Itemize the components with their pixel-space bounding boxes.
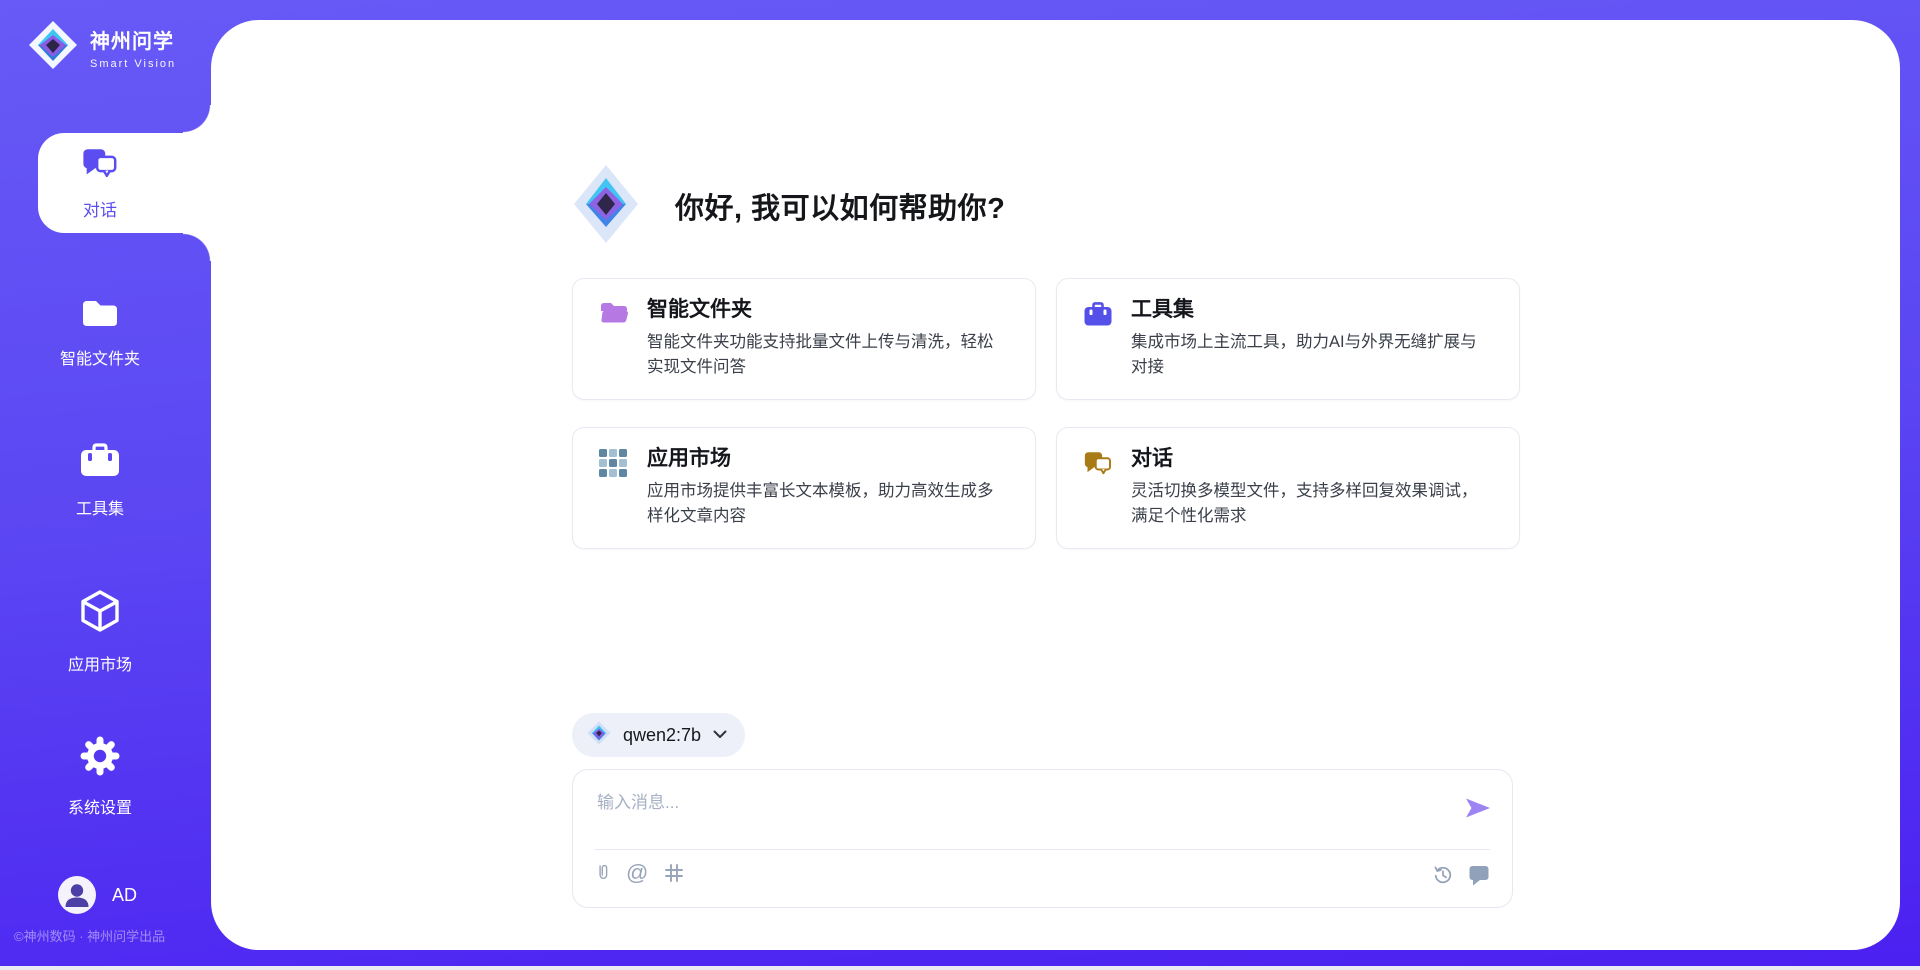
card-title: 对话 [1131, 448, 1493, 470]
history-icon[interactable] [1433, 865, 1453, 885]
avatar [58, 876, 96, 914]
folder-icon [81, 296, 119, 333]
card-smart-folder[interactable]: 智能文件夹 智能文件夹功能支持批量文件上传与清洗，轻松实现文件问答 [572, 278, 1036, 400]
card-chat[interactable]: 对话 灵活切换多模型文件，支持多样回复效果调试，满足个性化需求 [1056, 427, 1520, 549]
sidebar-item-label: 系统设置 [68, 794, 132, 818]
greeting-row: 你好, 我可以如何帮助你? [573, 164, 1005, 248]
app-root: 神州问学 Smart Vision 对话 智能文件夹 [0, 0, 1920, 970]
tab-fillet-top [183, 105, 211, 133]
sidebar-item-label: 应用市场 [68, 651, 132, 675]
composer-divider [595, 849, 1490, 850]
card-description: 集成市场上主流工具，助力AI与外界无缝扩展与对接 [1131, 330, 1493, 380]
tab-fillet-bottom [183, 233, 211, 261]
message-input[interactable] [597, 788, 1417, 840]
model-selector[interactable]: qwen2:7b [572, 713, 745, 757]
brand-logo-icon [28, 20, 78, 75]
copyright: ©神州数码 · 神州问学出品 [14, 926, 165, 945]
card-title: 应用市场 [647, 448, 1009, 470]
assistant-logo-icon [573, 164, 639, 249]
send-icon[interactable] [1464, 794, 1494, 824]
gear-icon [79, 735, 121, 782]
card-app-market[interactable]: 应用市场 应用市场提供丰富长文本模板，助力高效生成多样化文章内容 [572, 427, 1036, 549]
sidebar-item-label: 对话 [83, 196, 117, 221]
main-content: 你好, 我可以如何帮助你? 智能文件夹 智能文件夹功能支持批量文件上传与清洗，轻… [211, 20, 1900, 950]
toolbox-icon [79, 440, 121, 483]
folder-open-icon [599, 299, 629, 399]
sidebar-item-smart-folder[interactable]: 智能文件夹 [0, 296, 200, 369]
feature-cards: 智能文件夹 智能文件夹功能支持批量文件上传与清洗，轻松实现文件问答 工具集 集成… [572, 278, 1520, 549]
sidebar-item-app-market[interactable]: 应用市场 [0, 588, 200, 675]
chat-icon [81, 145, 119, 187]
mention-icon[interactable]: @ [626, 862, 648, 884]
greeting-text: 你好, 我可以如何帮助你? [675, 185, 1005, 227]
chat-icon [1083, 448, 1113, 548]
message-composer: @ [572, 769, 1513, 908]
chevron-down-icon [713, 726, 727, 744]
brand-name: 神州问学 [90, 25, 176, 54]
brand: 神州问学 Smart Vision [28, 20, 176, 75]
toolbox-icon [1083, 299, 1113, 399]
card-title: 工具集 [1131, 299, 1493, 321]
cube-icon [77, 588, 123, 639]
sidebar-item-settings[interactable]: 系统设置 [0, 735, 200, 818]
sidebar-item-label: 工具集 [76, 495, 124, 519]
card-title: 智能文件夹 [647, 299, 1009, 321]
user-profile[interactable]: AD [58, 876, 137, 914]
card-description: 智能文件夹功能支持批量文件上传与清洗，轻松实现文件问答 [647, 330, 1009, 380]
sidebar-item-chat[interactable]: 对话 [38, 133, 162, 233]
sidebar-item-toolset[interactable]: 工具集 [0, 440, 200, 519]
card-description: 灵活切换多模型文件，支持多样回复效果调试，满足个性化需求 [1131, 479, 1493, 529]
grid-icon [599, 448, 629, 548]
horizontal-scrollbar-track [0, 966, 1920, 970]
attachment-icon[interactable] [595, 860, 611, 885]
sidebar-item-label: 智能文件夹 [60, 345, 140, 369]
brand-subtitle: Smart Vision [90, 58, 176, 70]
chat-bubble-icon[interactable] [1468, 863, 1490, 886]
hashtag-icon[interactable] [663, 862, 685, 884]
model-name: qwen2:7b [623, 725, 701, 746]
card-toolset[interactable]: 工具集 集成市场上主流工具，助力AI与外界无缝扩展与对接 [1056, 278, 1520, 400]
user-name: AD [112, 885, 137, 906]
model-logo-icon [587, 721, 611, 750]
card-description: 应用市场提供丰富长文本模板，助力高效生成多样化文章内容 [647, 479, 1009, 529]
